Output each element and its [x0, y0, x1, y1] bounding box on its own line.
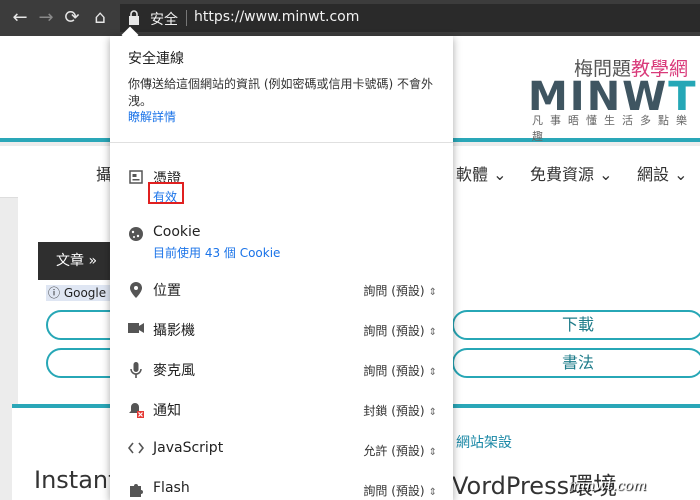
menu-item-web-design[interactable]: 網設 ⌄: [637, 161, 688, 185]
watermark: minwt.com: [568, 478, 647, 494]
permission-label: JavaScript: [153, 440, 224, 456]
breadcrumb[interactable]: 網站架設: [456, 432, 512, 452]
category-pill-calligraphy[interactable]: 書法: [452, 348, 700, 378]
permission-label: 通知: [153, 403, 181, 419]
certificate-icon: [128, 170, 144, 186]
popup-title: 安全連線: [128, 51, 184, 67]
permission-row-location[interactable]: 位置 詢問 (預設) ⇕: [110, 274, 453, 308]
home-icon[interactable]: ⌂: [88, 6, 112, 30]
permission-select[interactable]: 詢問 (預設) ⇕: [363, 322, 437, 339]
microphone-icon: [128, 362, 144, 378]
code-icon: [127, 442, 145, 458]
updown-icon: ⇕: [428, 487, 437, 498]
permission-row-microphone[interactable]: 麥克風 詢問 (預設) ⇕: [110, 354, 453, 388]
forward-icon[interactable]: →: [34, 6, 58, 30]
updown-icon: ⇕: [428, 367, 437, 378]
highlight-box: [148, 182, 184, 204]
lock-icon[interactable]: [128, 10, 140, 26]
updown-icon: ⇕: [428, 287, 437, 298]
cookie-row[interactable]: Cookie 目前使用 43 個 Cookie: [110, 218, 453, 260]
notification-bell-icon: [128, 402, 144, 418]
popup-divider: [110, 142, 453, 143]
google-chip[interactable]: ⓘ Google: [46, 285, 112, 301]
cookie-icon: [128, 226, 144, 242]
menu-item-free-resources[interactable]: 免費資源 ⌄: [530, 161, 613, 185]
permission-select[interactable]: 允許 (預設) ⇕: [363, 442, 437, 459]
article-tab[interactable]: 文章 »: [38, 242, 116, 280]
back-icon[interactable]: ←: [8, 6, 32, 30]
updown-icon: ⇕: [428, 407, 437, 418]
permission-select[interactable]: 詢問 (預設) ⇕: [363, 482, 437, 499]
permission-row-notifications[interactable]: 通知 封鎖 (預設) ⇕: [110, 394, 453, 428]
learn-more-link[interactable]: 瞭解詳情: [128, 108, 176, 125]
site-slogan: 凡事晤懂生活多點樂趣: [532, 114, 694, 143]
permission-row-flash[interactable]: Flash 詢問 (預設) ⇕: [110, 474, 453, 500]
permission-select[interactable]: 詢問 (預設) ⇕: [363, 282, 437, 299]
permission-row-javascript[interactable]: JavaScript 允許 (預設) ⇕: [110, 434, 453, 468]
permission-select[interactable]: 詢問 (預設) ⇕: [363, 362, 437, 379]
omnibox-separator: [186, 10, 187, 26]
cookie-usage-link[interactable]: 目前使用 43 個 Cookie: [153, 244, 280, 261]
menu-item-software[interactable]: 軟體 ⌄: [456, 161, 507, 185]
url-text[interactable]: https://www.minwt.com: [194, 9, 359, 25]
permission-label: Flash: [153, 480, 190, 496]
permission-label: 麥克風: [153, 363, 195, 379]
permission-row-camera[interactable]: 攝影機 詢問 (預設) ⇕: [110, 314, 453, 348]
puzzle-icon: [128, 482, 144, 498]
permission-label: 位置: [153, 283, 181, 299]
location-pin-icon: [128, 282, 144, 298]
category-pill-download[interactable]: 下載: [452, 310, 700, 340]
secure-label[interactable]: 安全: [150, 9, 178, 29]
camera-icon: [128, 322, 144, 338]
browser-toolbar: ← → ⟳ ⌂ 安全 https://www.minwt.com: [0, 0, 700, 36]
cookie-label: Cookie: [153, 224, 201, 240]
site-info-popup: 安全連線 你傳送給這個網站的資訊 (例如密碼或信用卡號碼) 不會外洩。 瞭解詳情…: [110, 36, 453, 500]
updown-icon: ⇕: [428, 447, 437, 458]
updown-icon: ⇕: [428, 327, 437, 338]
reload-icon[interactable]: ⟳: [60, 6, 84, 30]
popup-description: 你傳送給這個網站的資訊 (例如密碼或信用卡號碼) 不會外洩。: [128, 77, 433, 108]
permission-label: 攝影機: [153, 323, 195, 339]
permission-select[interactable]: 封鎖 (預設) ⇕: [363, 402, 437, 419]
address-bar[interactable]: 安全 https://www.minwt.com: [120, 4, 700, 32]
